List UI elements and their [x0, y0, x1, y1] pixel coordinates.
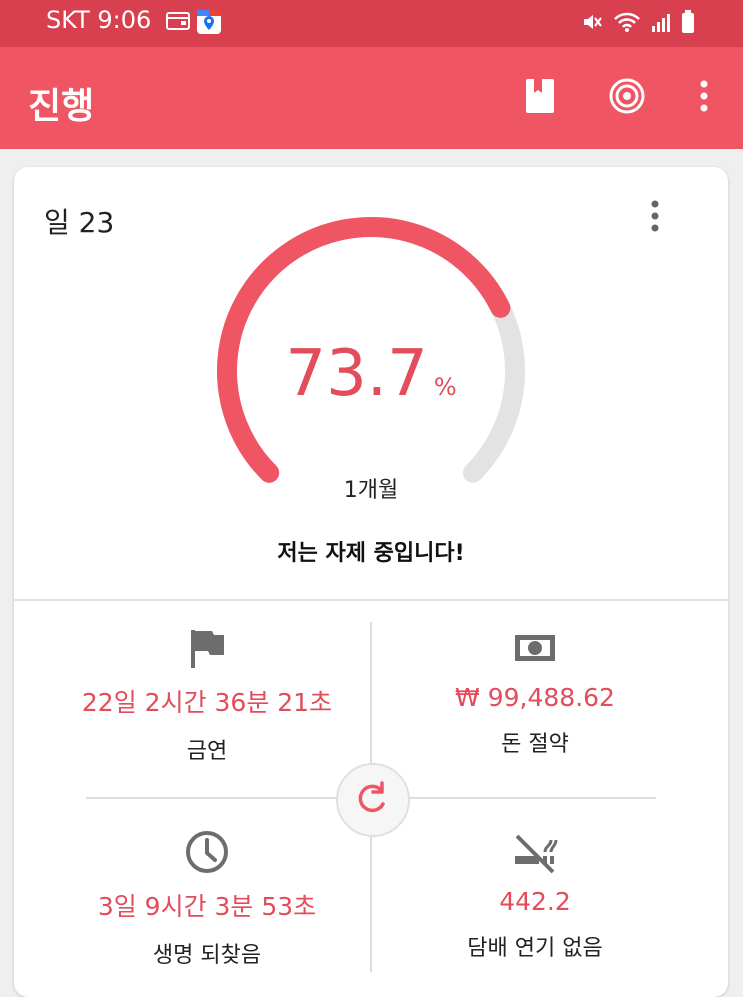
- money-saved-label: 돈 절약: [501, 732, 569, 757]
- stat-money-saved: ₩ 99,488.62 돈 절약: [385, 627, 685, 758]
- overflow-menu-button[interactable]: [684, 78, 724, 118]
- percent-symbol: %: [433, 373, 457, 401]
- wallet-icon: [166, 9, 190, 39]
- mute-icon: [581, 11, 603, 37]
- maps-app-icon: [196, 9, 222, 39]
- smoke-free-value: 22일 2시간 36분 21초: [81, 688, 333, 717]
- goal-period: 1개월: [343, 478, 399, 503]
- percent-value: 73.7: [285, 337, 428, 411]
- card-divider: [14, 599, 728, 601]
- target-button[interactable]: [607, 78, 647, 118]
- flag-icon: [189, 628, 225, 672]
- progress-card: 일 23 73.7% 1개월 저는 자제 중입니다! 22일 2시간 36분 2…: [14, 167, 728, 997]
- money-icon: [514, 633, 556, 667]
- smoke-free-label: 금연: [186, 739, 228, 764]
- money-saved-value: ₩ 99,488.62: [455, 683, 615, 712]
- no-smoking-icon: [511, 830, 559, 878]
- reset-icon: [353, 778, 393, 822]
- status-carrier-time: SKT 9:06: [46, 6, 152, 34]
- bookmark-button[interactable]: [520, 78, 560, 118]
- stat-life-regained: 3일 9시간 3분 53초 생명 되찾음: [57, 831, 357, 969]
- stat-cigarettes-not-smoked: 442.2 담배 연기 없음: [385, 831, 685, 962]
- cigarettes-not-smoked-label: 담배 연기 없음: [467, 936, 603, 961]
- motivation-message: 저는 자제 중입니다!: [277, 541, 465, 566]
- life-regained-value: 3일 9시간 3분 53초: [97, 892, 317, 921]
- reset-button[interactable]: [336, 763, 410, 837]
- battery-icon: [681, 10, 695, 38]
- cigarettes-not-smoked-value: 442.2: [499, 887, 571, 916]
- page-title: 진행: [28, 86, 95, 127]
- signal-icon: [651, 12, 671, 36]
- clock-icon: [184, 829, 230, 879]
- app-bar: 진행: [0, 47, 743, 149]
- percent-display: 73.7%: [14, 337, 728, 411]
- target-icon: [608, 77, 646, 119]
- stat-smoke-free: 22일 2시간 36분 21초 금연: [57, 627, 357, 765]
- life-regained-label: 생명 되찾음: [152, 943, 262, 968]
- status-bar: SKT 9:06: [0, 0, 743, 47]
- wifi-icon: [613, 11, 641, 37]
- bookmark-icon: [524, 78, 556, 118]
- more-vert-icon: [699, 79, 709, 117]
